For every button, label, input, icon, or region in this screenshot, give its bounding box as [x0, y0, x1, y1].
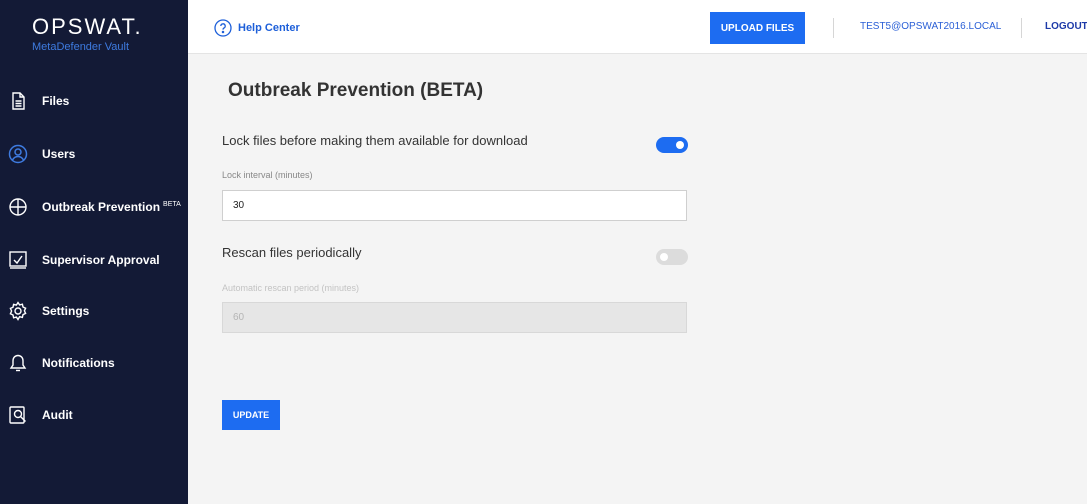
beta-badge: BETA — [163, 201, 181, 208]
lock-interval-label: Lock interval (minutes) — [222, 170, 313, 180]
top-bar: Help Center UPLOAD FILES TEST5@OPSWAT201… — [188, 0, 1087, 54]
sidebar-item-settings[interactable]: Settings — [0, 293, 188, 329]
audit-icon — [8, 405, 28, 425]
help-center-link[interactable]: Help Center — [214, 19, 300, 37]
sidebar-item-notifications[interactable]: Notifications — [0, 345, 188, 381]
page-title: Outbreak Prevention (BETA) — [228, 80, 484, 101]
sidebar-item-label: Outbreak Prevention BETA — [42, 200, 181, 214]
toggle-knob — [676, 141, 684, 149]
sidebar-item-supervisor-approval[interactable]: Supervisor Approval — [0, 242, 188, 278]
sidebar-item-files[interactable]: Files — [0, 83, 188, 119]
lock-files-label: Lock files before making them available … — [222, 133, 528, 148]
brand: OPSWAT. MetaDefender Vault — [32, 14, 143, 53]
help-icon — [214, 19, 232, 37]
sidebar-item-label: Users — [42, 147, 76, 161]
approval-icon — [8, 250, 28, 270]
product-name: MetaDefender Vault — [32, 41, 130, 53]
logout-link[interactable]: LOGOUT — [1045, 21, 1087, 32]
file-icon — [8, 91, 28, 111]
users-icon — [8, 144, 28, 164]
gear-icon — [8, 301, 28, 321]
rescan-toggle[interactable] — [656, 249, 688, 265]
shield-icon — [8, 197, 28, 217]
divider — [1021, 18, 1022, 38]
sidebar-item-audit[interactable]: Audit — [0, 397, 188, 433]
update-button[interactable]: UPDATE — [222, 400, 280, 430]
sidebar-item-label: Settings — [42, 304, 90, 318]
help-center-label: Help Center — [238, 22, 300, 34]
lock-files-toggle[interactable] — [656, 137, 688, 153]
opswat-logo: OPSWAT. — [32, 14, 143, 39]
sidebar-item-label: Files — [42, 94, 70, 108]
lock-interval-input[interactable] — [222, 190, 687, 221]
rescan-period-label: Automatic rescan period (minutes) — [222, 283, 360, 293]
bell-icon — [8, 353, 28, 373]
user-account-link[interactable]: TEST5@OPSWAT2016.LOCAL — [860, 21, 1001, 32]
divider — [833, 18, 834, 38]
sidebar-item-label: Notifications — [42, 356, 115, 370]
sidebar-item-outbreak-prevention[interactable]: Outbreak Prevention BETA — [0, 189, 188, 225]
sidebar-item-label: Supervisor Approval — [42, 253, 160, 267]
sidebar-item-users[interactable]: Users — [0, 136, 188, 172]
rescan-period-input[interactable] — [222, 302, 687, 333]
sidebar-item-text: Outbreak Prevention — [42, 200, 161, 214]
rescan-label: Rescan files periodically — [222, 245, 362, 260]
upload-files-button[interactable]: UPLOAD FILES — [710, 12, 805, 44]
sidebar: OPSWAT. MetaDefender Vault Files Users O… — [0, 0, 188, 504]
sidebar-item-label: Audit — [42, 408, 73, 422]
toggle-knob — [660, 253, 668, 261]
